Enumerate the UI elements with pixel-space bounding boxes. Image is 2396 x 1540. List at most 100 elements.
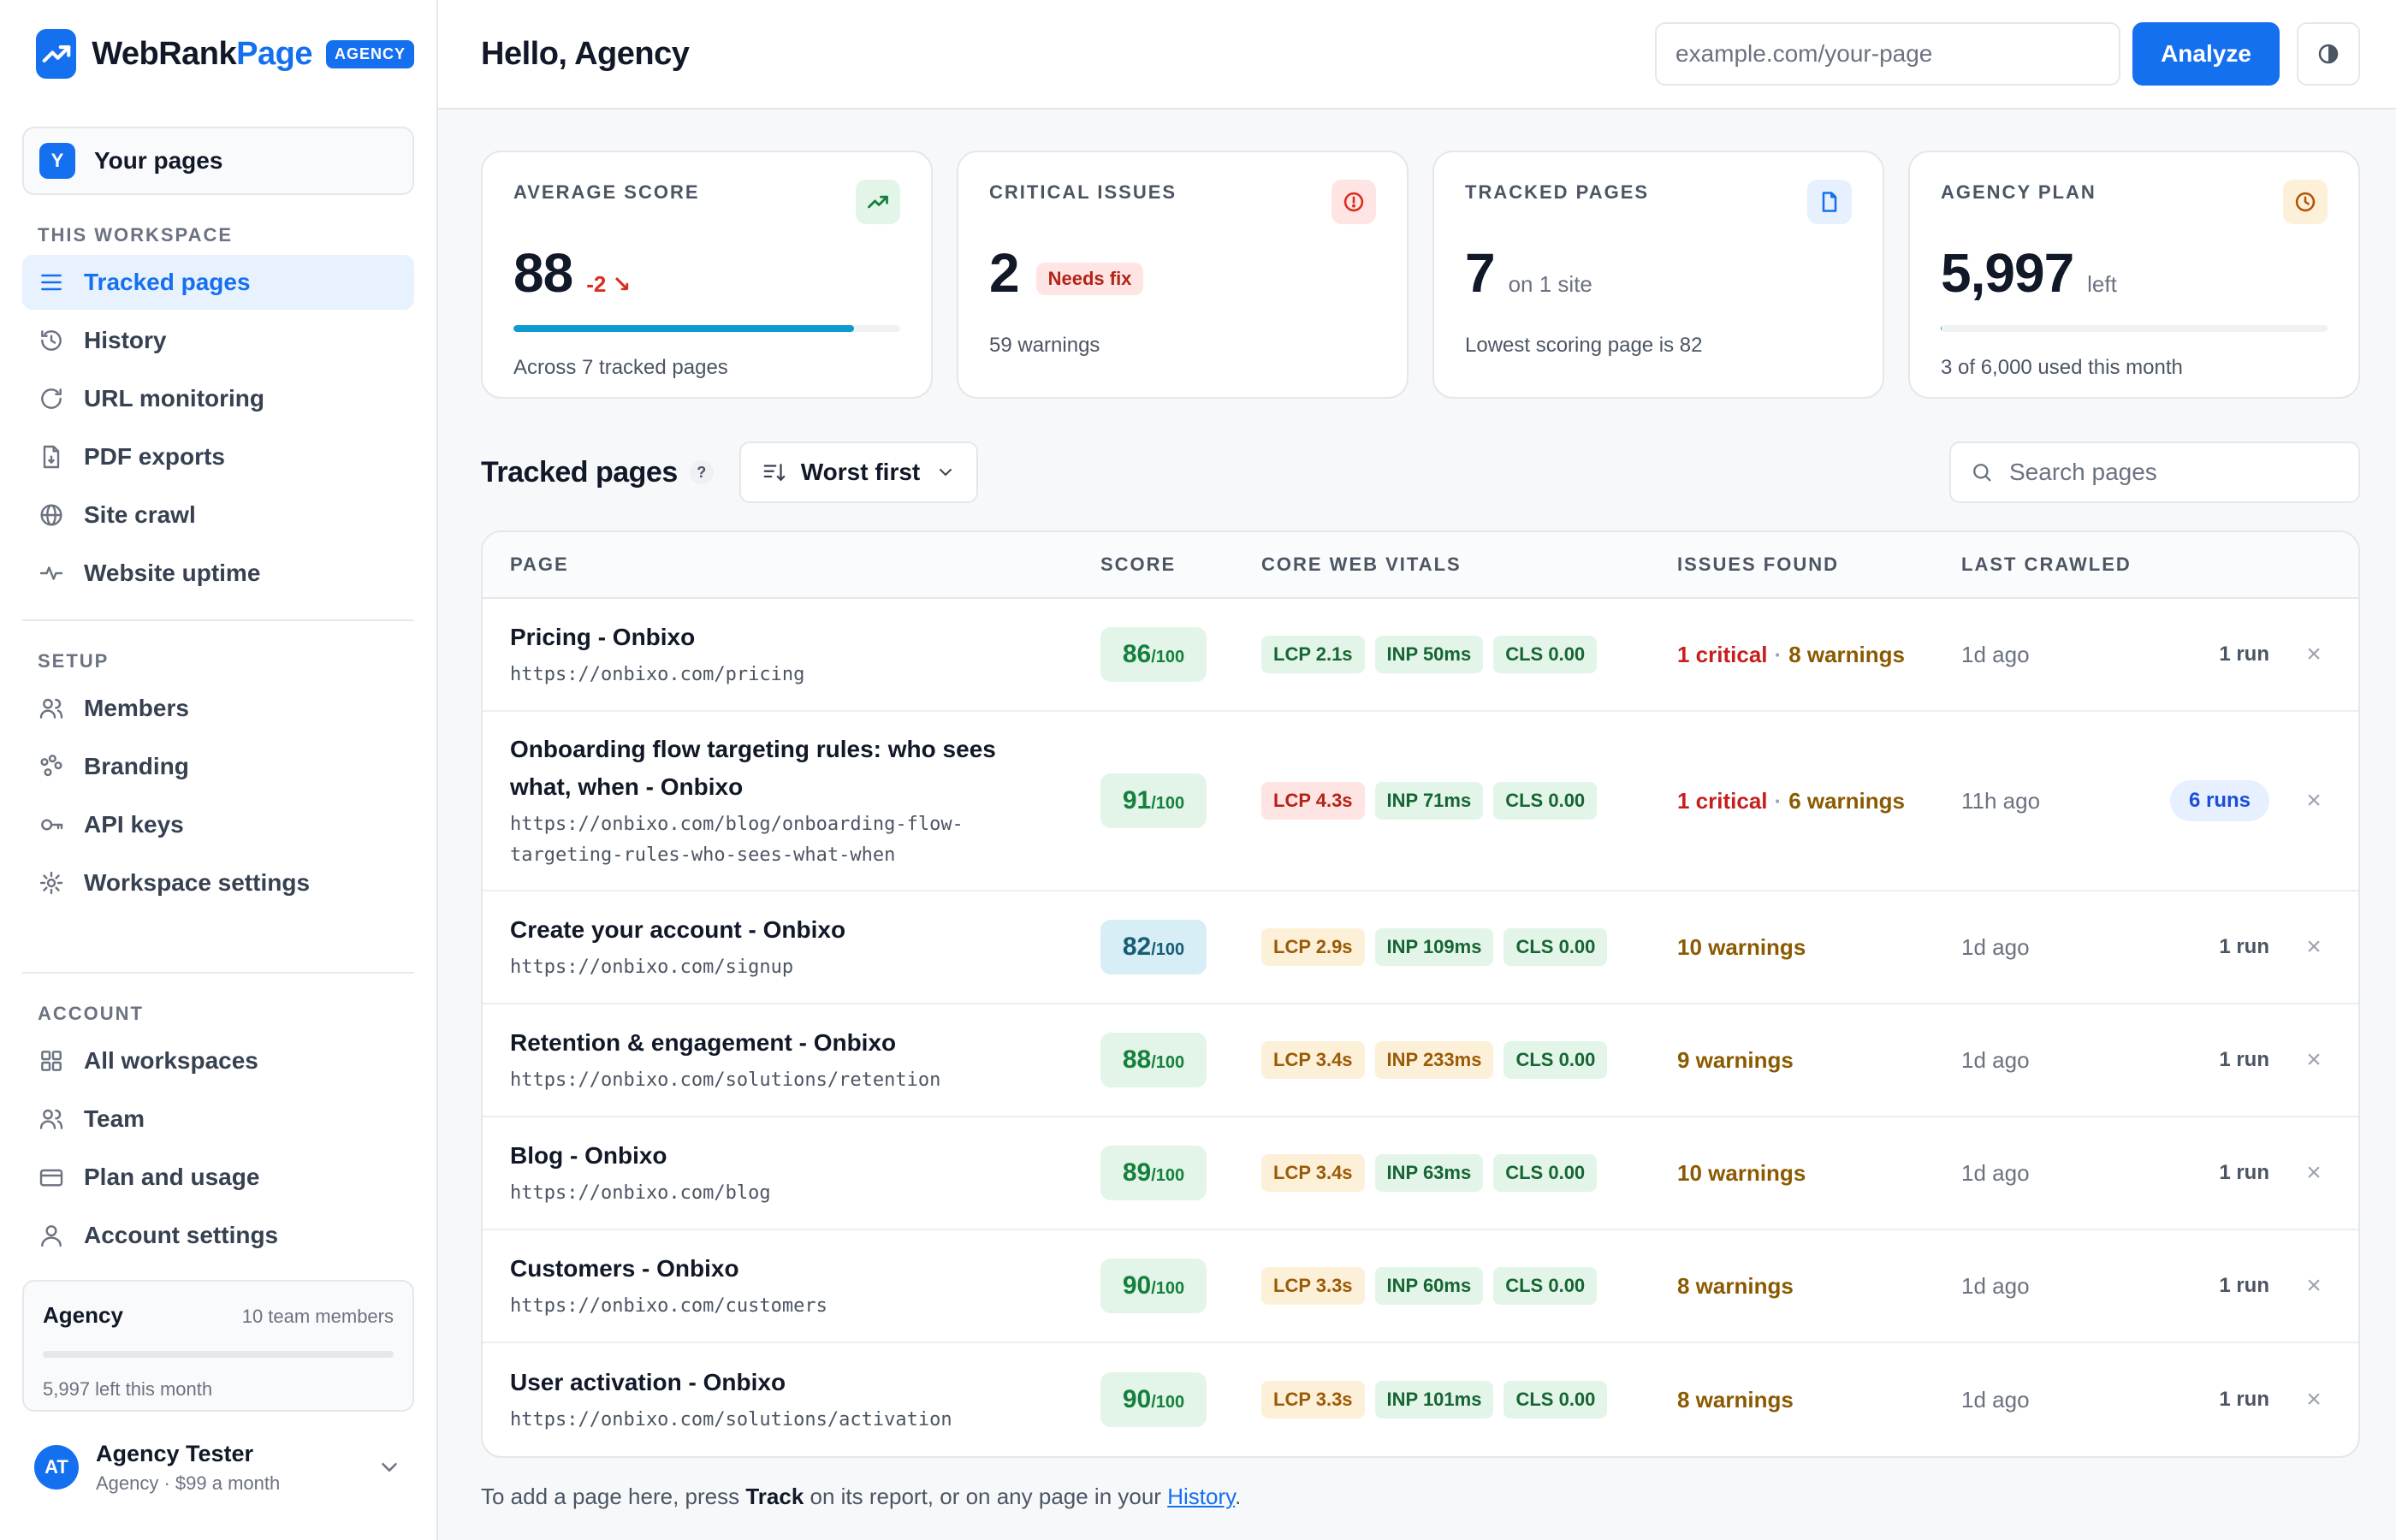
cwv-cell: LCP 4.3s INP 71ms CLS 0.00 <box>1261 782 1677 820</box>
stat-foot: Lowest scoring page is 82 <box>1465 334 1703 357</box>
sidebar-item-history[interactable]: History <box>22 313 414 368</box>
score-cell: 88/100 <box>1100 1033 1261 1087</box>
table-row[interactable]: Create your account - Onbixo https://onbi… <box>483 891 2358 1004</box>
score-badge: 90/100 <box>1100 1372 1207 1427</box>
table-header: PAGE SCORE CORE WEB VITALS ISSUES FOUND … <box>483 532 2358 599</box>
score-cell: 91/100 <box>1100 773 1261 828</box>
close-cell: × <box>2269 933 2358 962</box>
close-icon[interactable]: × <box>2306 1158 2322 1188</box>
table-row[interactable]: Retention & engagement - Onbixo https://o… <box>483 1004 2358 1117</box>
trend-up-logo-icon <box>36 29 77 79</box>
sidebar-item-label: Website uptime <box>84 560 261 586</box>
sidebar-item-site-crawl[interactable]: Site crawl <box>22 488 414 542</box>
divider <box>22 972 414 974</box>
column-header-cwv: CORE WEB VITALS <box>1261 554 1462 575</box>
sidebar-item-workspace-settings[interactable]: Workspace settings <box>22 856 414 910</box>
close-icon[interactable]: × <box>2306 786 2322 815</box>
footer-note: To add a page here, press Track on its r… <box>481 1484 1242 1509</box>
runs-badge[interactable]: 1 run <box>2219 935 2269 959</box>
lcp-chip: LCP 3.3s <box>1261 1267 1365 1305</box>
page-title-link[interactable]: Onboarding flow targeting rules: who see… <box>510 731 1100 806</box>
plan-usage-card[interactable]: Agency 10 team members 5,997 left this m… <box>22 1280 414 1412</box>
plan-usage-bar <box>43 1351 394 1358</box>
table-row[interactable]: Onboarding flow targeting rules: who see… <box>483 712 2358 891</box>
page-cell: Customers - Onbixo https://onbixo.com/cus… <box>483 1250 1100 1322</box>
last-crawled: 1d ago <box>1961 1046 2030 1073</box>
table-row[interactable]: Blog - Onbixo https://onbixo.com/blog 89/1… <box>483 1117 2358 1230</box>
sort-dropdown[interactable]: Worst first <box>738 441 979 503</box>
refresh-icon <box>41 388 62 409</box>
cls-chip: CLS 0.00 <box>1493 1154 1598 1192</box>
close-icon[interactable]: × <box>2306 1271 2322 1300</box>
runs-badge[interactable]: 1 run <box>2219 1048 2269 1072</box>
sidebar-item-url-monitoring[interactable]: URL monitoring <box>22 371 414 426</box>
theme-toggle-button[interactable] <box>2297 22 2360 86</box>
close-icon[interactable]: × <box>2306 1385 2322 1414</box>
cwv-cell: LCP 2.9s INP 109ms CLS 0.00 <box>1261 928 1677 966</box>
page-title-link[interactable]: Retention & engagement - Onbixo <box>510 1024 1100 1062</box>
clock-icon <box>2283 180 2328 224</box>
sidebar-item-label: Account settings <box>84 1222 279 1248</box>
runs-badge[interactable]: 1 run <box>2219 1388 2269 1412</box>
alert-circle-icon <box>1331 180 1376 224</box>
runs-badge[interactable]: 6 runs <box>2169 780 2269 821</box>
sidebar-item-branding[interactable]: Branding <box>22 739 414 794</box>
table-row[interactable]: User activation - Onbixo https://onbixo.c… <box>483 1343 2358 1456</box>
analyze-button[interactable]: Analyze <box>2132 22 2280 86</box>
section-title: Tracked pages <box>481 455 678 489</box>
stat-label: AGENCY PLAN <box>1941 181 2096 203</box>
critical-count: 1 critical <box>1677 787 1768 814</box>
close-icon[interactable]: × <box>2306 1045 2322 1075</box>
table-row[interactable]: Customers - Onbixo https://onbixo.com/cus… <box>483 1230 2358 1343</box>
page-title-link[interactable]: User activation - Onbixo <box>510 1364 1100 1401</box>
sidebar-item-all-workspaces[interactable]: All workspaces <box>22 1034 414 1088</box>
stat-value: 5,997 <box>1941 242 2074 304</box>
sidebar-item-website-uptime[interactable]: Website uptime <box>22 546 414 601</box>
inp-chip: INP 233ms <box>1374 1041 1494 1079</box>
brand[interactable]: WebRankPage AGENCY <box>36 26 414 82</box>
page-url: https://onbixo.com/blog <box>510 1182 771 1204</box>
lcp-chip: LCP 2.9s <box>1261 928 1365 966</box>
sidebar-item-plan-and-usage[interactable]: Plan and usage <box>22 1150 414 1205</box>
cls-chip: CLS 0.00 <box>1503 1041 1608 1079</box>
search-icon <box>1973 464 1991 482</box>
runs-badge[interactable]: 1 run <box>2219 643 2269 666</box>
critical-count: 1 critical <box>1677 641 1768 667</box>
runs-badge[interactable]: 1 run <box>2219 1274 2269 1298</box>
sidebar-item-api-keys[interactable]: API keys <box>22 797 414 852</box>
user-name: Agency Tester <box>96 1440 254 1466</box>
page-title-link[interactable]: Create your account - Onbixo <box>510 911 1100 949</box>
pdf-icon <box>43 445 60 469</box>
search-input[interactable] <box>2009 459 2334 486</box>
sidebar-item-tracked-pages[interactable]: Tracked pages <box>22 255 414 310</box>
stat-label: CRITICAL ISSUES <box>989 181 1177 203</box>
stat-tracked-pages: TRACKED PAGES 7 on 1 site Lowest scoring… <box>1432 151 1884 399</box>
sidebar: WebRankPage AGENCY Y Your pages THIS WOR… <box>0 0 438 1540</box>
history-link[interactable]: History <box>1167 1484 1235 1509</box>
search-box[interactable] <box>1949 441 2360 503</box>
page-title-link[interactable]: Pricing - Onbixo <box>510 619 1100 656</box>
sidebar-item-members[interactable]: Members <box>22 681 414 736</box>
issues-cell: 1 critical · 6 warnings <box>1677 787 1906 814</box>
table-row[interactable]: Pricing - Onbixo https://onbixo.com/prici… <box>483 599 2358 712</box>
column-header-page: PAGE <box>510 554 569 575</box>
runs-cell: 6 runs <box>2158 780 2269 821</box>
close-icon[interactable]: × <box>2306 640 2322 669</box>
sidebar-item-team[interactable]: Team <box>22 1092 414 1146</box>
runs-cell: 1 run <box>2158 643 2269 666</box>
issues-cell: 9 warnings <box>1677 1047 1961 1074</box>
runs-badge[interactable]: 1 run <box>2219 1161 2269 1185</box>
user-menu[interactable]: AT Agency Tester Agency · $99 a month <box>34 1437 402 1497</box>
score-cell: 82/100 <box>1100 920 1261 974</box>
pages-switcher[interactable]: Y Your pages <box>22 127 414 195</box>
close-cell: × <box>2269 1271 2358 1300</box>
globe-icon <box>40 504 62 526</box>
page-title-link[interactable]: Blog - Onbixo <box>510 1137 1100 1175</box>
page-title-link[interactable]: Customers - Onbixo <box>510 1250 1100 1288</box>
sidebar-item-account-settings[interactable]: Account settings <box>22 1208 414 1263</box>
close-icon[interactable]: × <box>2306 933 2322 962</box>
score-cell: 90/100 <box>1100 1372 1261 1427</box>
sidebar-item-pdf-exports[interactable]: PDF exports <box>22 429 414 484</box>
help-icon[interactable]: ? <box>689 460 714 484</box>
url-input[interactable] <box>1655 22 2120 86</box>
